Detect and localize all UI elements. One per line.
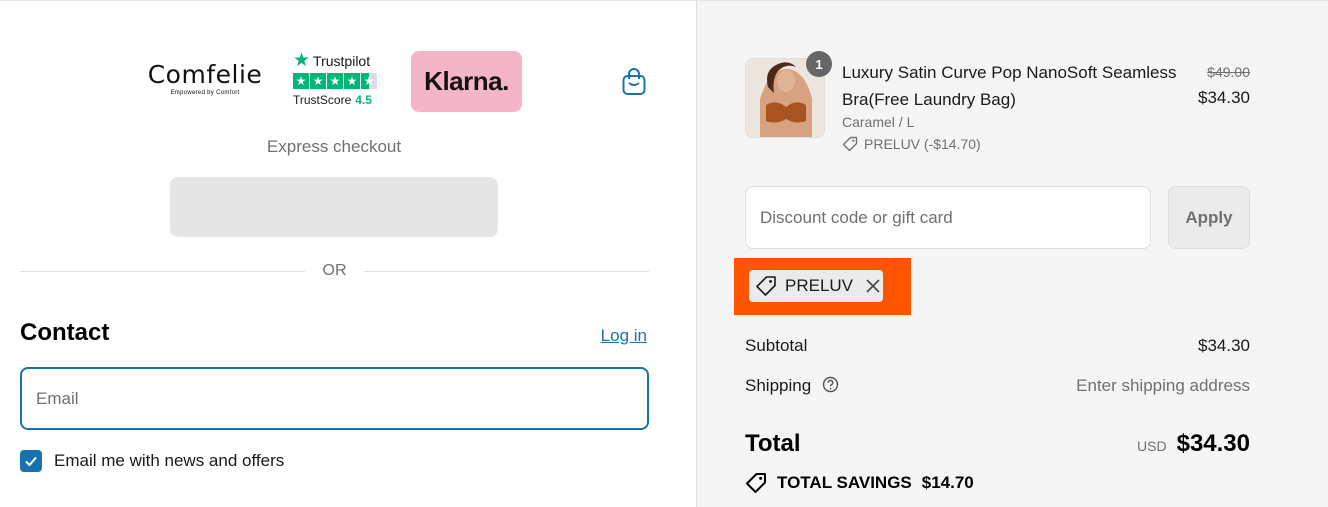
or-divider: OR — [20, 261, 649, 281]
trustscore: TrustScore 4.5 — [293, 93, 383, 107]
total-savings: TOTAL SAVINGS $14.70 — [745, 472, 974, 494]
remove-discount-close-icon[interactable] — [865, 278, 881, 294]
shopping-bag-icon[interactable] — [620, 67, 648, 97]
divider-line — [364, 271, 649, 272]
shipping-row: Shipping — [745, 376, 839, 396]
original-price: $49.00 — [1207, 64, 1250, 80]
brand-logo[interactable]: Comfelie Empowered by Comfort — [146, 61, 264, 101]
tag-icon — [756, 276, 776, 296]
newsletter-option[interactable]: Email me with news and offers — [20, 450, 284, 472]
subtotal-label: Subtotal — [745, 336, 808, 355]
quantity-badge: 1 — [806, 51, 832, 77]
email-field[interactable] — [20, 367, 649, 430]
star-icon: ★ — [327, 73, 343, 89]
express-checkout-button[interactable] — [170, 177, 498, 237]
help-icon[interactable] — [822, 376, 839, 393]
contact-heading: Contact — [20, 319, 110, 346]
trustpilot-name: Trustpilot — [313, 52, 371, 69]
newsletter-label: Email me with news and offers — [54, 451, 285, 470]
item-price: $34.30 — [1198, 88, 1250, 107]
star-icon: ★ — [293, 73, 309, 89]
product-variant: Caramel / L — [842, 114, 915, 130]
checkmark-icon — [25, 456, 37, 467]
half-star-icon: ★ — [361, 73, 377, 89]
trustscore-value: 4.5 — [355, 93, 372, 107]
star-icon: ★ — [310, 73, 326, 89]
discount-code-input[interactable] — [745, 186, 1151, 249]
brand-name: Comfelie — [147, 60, 263, 89]
klarna-badge: Klarna. — [411, 51, 522, 112]
product-title: Luxury Satin Curve Pop NanoSoft Seamless… — [842, 63, 1177, 109]
product-discount-text: PRELUV (-$14.70) — [864, 136, 981, 152]
trustpilot-rating-stars: ★ ★ ★ ★ ★ — [293, 73, 383, 89]
checkout-main: Comfelie Empowered by Comfort ★ Trustpil… — [0, 1, 697, 507]
product-discount: PRELUV (-$14.70) — [842, 136, 981, 152]
trustscore-label: TrustScore — [293, 93, 352, 107]
apply-button[interactable]: Apply — [1168, 186, 1250, 249]
shipping-label: Shipping — [745, 376, 812, 395]
tag-icon — [842, 136, 858, 152]
subtotal-value: $34.30 — [1198, 336, 1250, 355]
trustpilot-star-icon: ★ — [293, 50, 311, 71]
applied-discount-tag: PRELUV — [749, 270, 883, 302]
trustpilot-badge: ★ Trustpilot ★ ★ ★ ★ ★ TrustScore 4.5 — [293, 51, 383, 115]
express-checkout-label: Express checkout — [266, 137, 402, 156]
newsletter-checkbox[interactable] — [20, 450, 42, 472]
total-label: Total — [745, 430, 801, 457]
savings-label: TOTAL SAVINGS — [777, 473, 912, 492]
savings-amount: $14.70 — [921, 473, 974, 492]
login-link[interactable]: Log in — [601, 326, 647, 346]
currency-code: USD — [1137, 438, 1167, 454]
order-summary: 1 Luxury Satin Curve Pop NanoSoft Seamle… — [697, 1, 1328, 507]
savings-tag-icon — [746, 473, 766, 493]
shipping-value: Enter shipping address — [1076, 376, 1250, 395]
total-value: USD $34.30 — [1137, 430, 1250, 458]
brand-tagline: Empowered by Comfort — [170, 90, 240, 96]
applied-code-text: PRELUV — [785, 276, 854, 295]
total-amount: $34.30 — [1176, 430, 1250, 457]
star-icon: ★ — [344, 73, 360, 89]
